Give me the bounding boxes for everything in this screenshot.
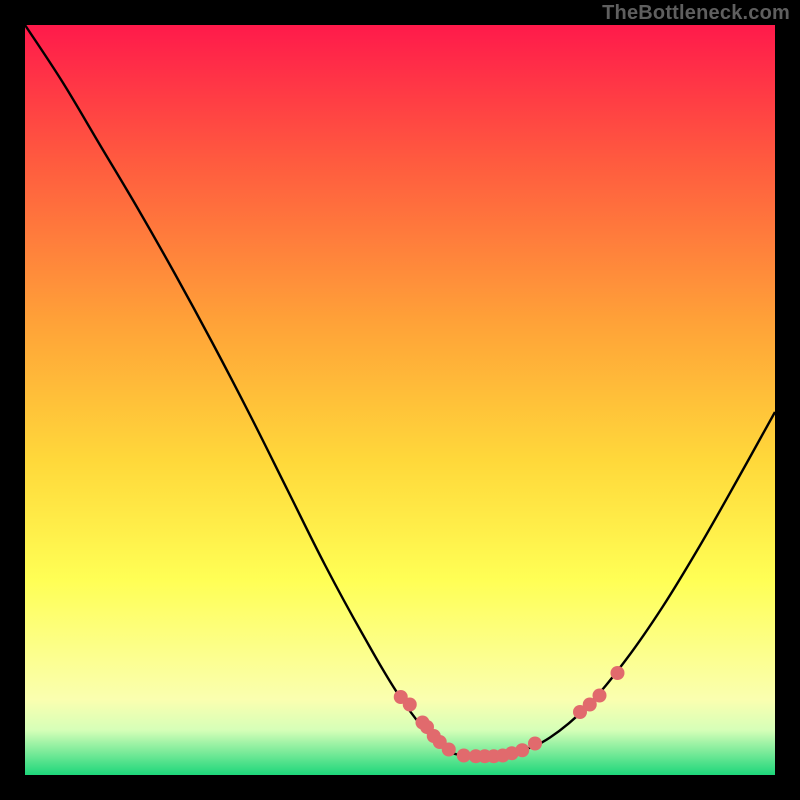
bottleneck-curve [25,25,775,758]
curve-layer [25,25,775,775]
data-point [403,698,417,712]
chart-frame: TheBottleneck.com [0,0,800,800]
watermark-text: TheBottleneck.com [602,2,790,25]
plot-area [25,25,775,775]
data-point [457,749,471,763]
data-point [515,743,529,757]
data-point [593,689,607,703]
data-points [394,666,625,763]
data-point [611,666,625,680]
data-point [442,743,456,757]
data-point [528,737,542,751]
